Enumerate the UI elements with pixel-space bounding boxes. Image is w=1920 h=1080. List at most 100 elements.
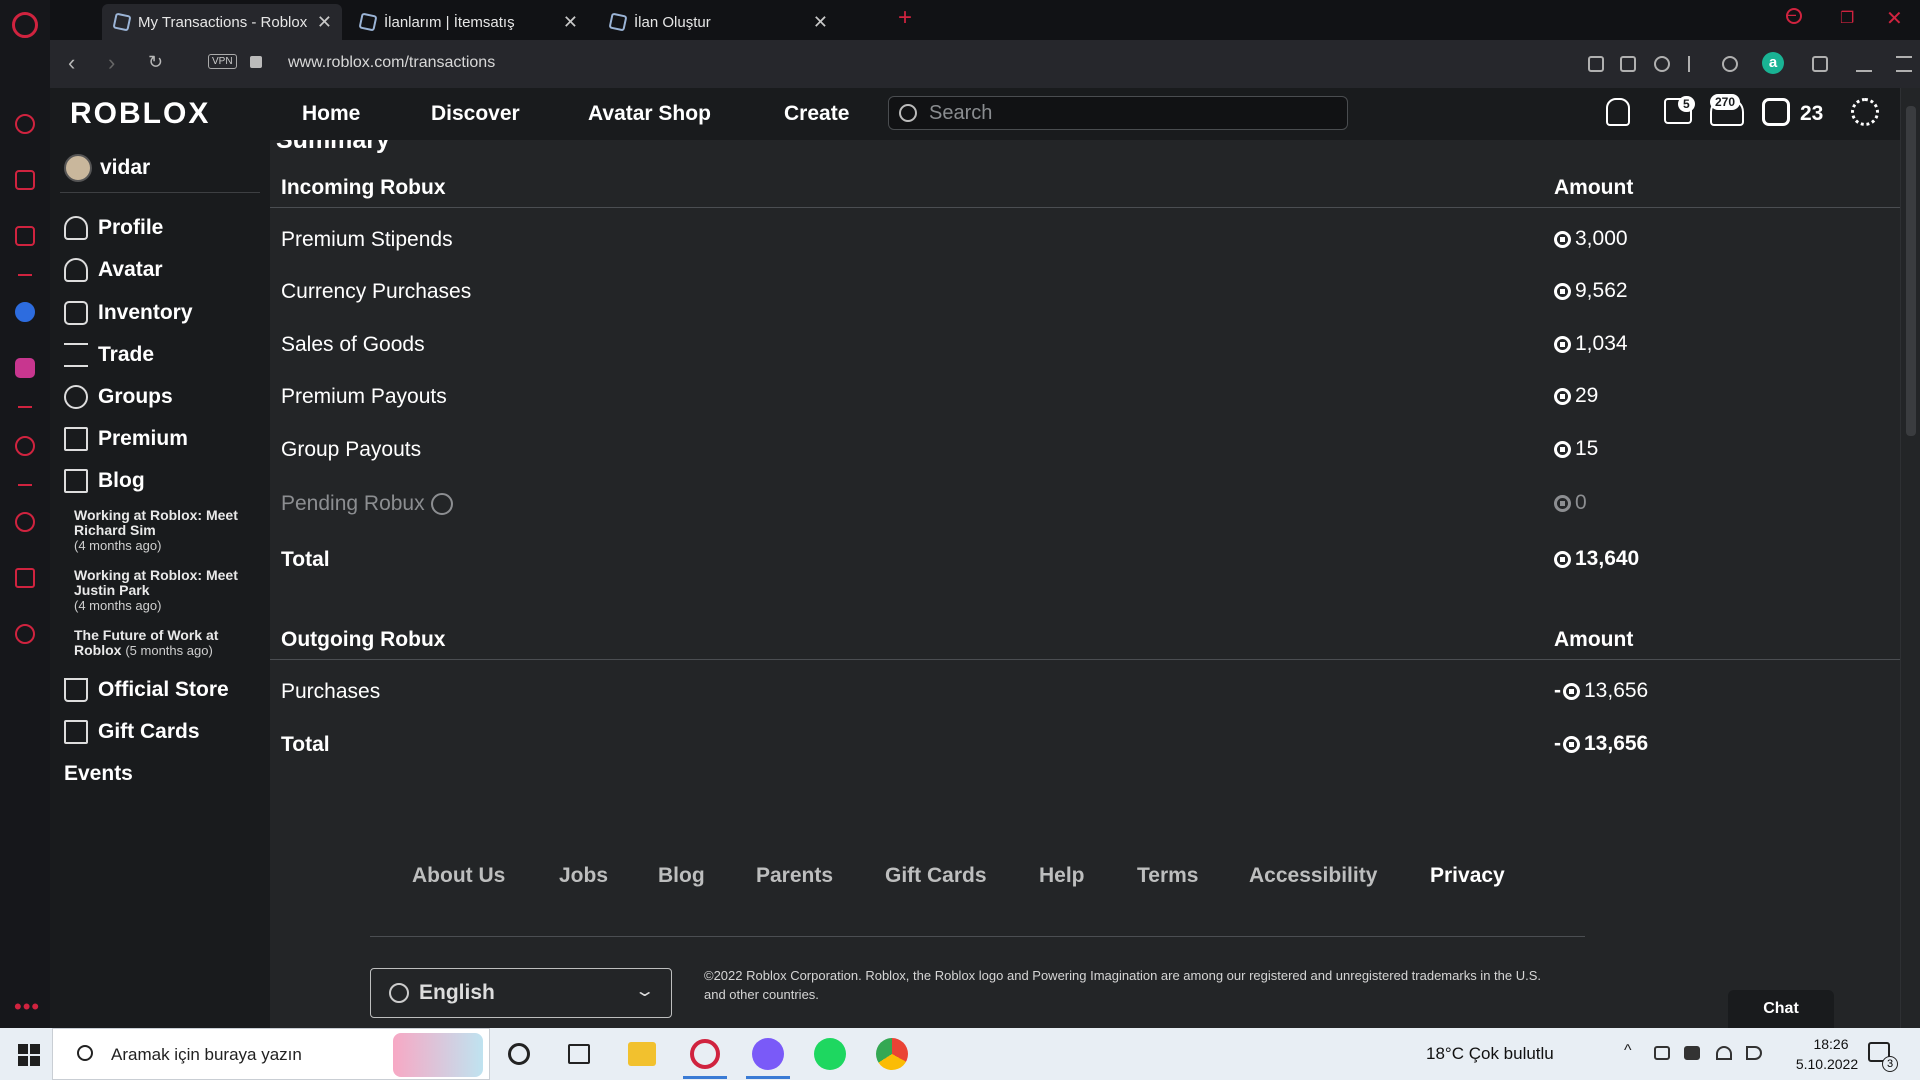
row-label: Total <box>281 733 330 756</box>
more-options-icon[interactable]: ••• <box>14 994 40 1020</box>
chevron-up-icon[interactable]: ^ <box>1624 1042 1632 1060</box>
close-tab-icon[interactable]: ✕ <box>563 12 578 33</box>
tab-ilanlarim[interactable]: İlanlarım | İtemsatış ✕ <box>348 4 588 40</box>
chat-button[interactable]: Chat <box>1728 990 1834 1028</box>
footer-gift-cards[interactable]: Gift Cards <box>885 864 987 888</box>
vpn-badge[interactable]: VPN <box>208 54 237 69</box>
footer-jobs[interactable]: Jobs <box>559 864 608 888</box>
clock-date[interactable]: 5.10.2022 <box>1786 1056 1868 1072</box>
reload-icon[interactable]: ↻ <box>148 52 163 73</box>
user-row[interactable]: vidar <box>64 154 150 182</box>
sidebar-item-trade[interactable]: Trade <box>64 343 154 367</box>
restore-icon[interactable]: ❐ <box>1840 8 1854 28</box>
easy-setup-icon[interactable] <box>1896 56 1912 72</box>
share-icon[interactable] <box>1588 56 1604 72</box>
sidebar-item-groups[interactable]: Groups <box>64 385 173 409</box>
close-window-icon[interactable]: ✕ <box>1886 6 1903 31</box>
weather-widget[interactable]: 18°C Çok bulutlu <box>1426 1044 1554 1064</box>
battery-icon[interactable] <box>1684 1046 1700 1060</box>
nav-discover[interactable]: Discover <box>431 102 520 126</box>
messenger-icon[interactable] <box>15 302 35 322</box>
cube-icon[interactable] <box>1812 56 1828 72</box>
nav-home[interactable]: Home <box>302 102 360 126</box>
heart-icon[interactable] <box>1722 56 1738 72</box>
robux-icon[interactable] <box>1762 98 1790 126</box>
notifications-bell-icon[interactable] <box>1606 98 1630 126</box>
new-tab-button[interactable]: + <box>898 4 912 32</box>
taskbar-search[interactable]: Aramak için buraya yazın <box>52 1028 490 1080</box>
forward-icon[interactable]: › <box>108 50 115 76</box>
discord-icon[interactable] <box>752 1038 784 1070</box>
username[interactable]: vidar <box>100 156 150 180</box>
messages-badge: 5 <box>1678 96 1695 112</box>
player-icon[interactable] <box>15 436 35 456</box>
amount-value: 29 <box>1575 384 1599 407</box>
footer-blog[interactable]: Blog <box>658 864 705 888</box>
sidebar-item-inventory[interactable]: Inventory <box>64 301 193 325</box>
sidebar-item-gift-cards[interactable]: Gift Cards <box>64 720 200 744</box>
meet-now-icon[interactable] <box>1654 1046 1670 1060</box>
tab-my-transactions[interactable]: My Transactions - Roblox ✕ <box>102 4 342 40</box>
avatar[interactable] <box>64 154 92 182</box>
url-field[interactable]: www.roblox.com/transactions <box>288 54 495 72</box>
speed-dial-icon[interactable] <box>15 114 35 134</box>
lock-icon[interactable] <box>250 56 262 68</box>
close-tab-icon[interactable]: ✕ <box>317 12 332 33</box>
active-app-indicator <box>746 1076 790 1079</box>
blog-post-link[interactable]: The Future of Work at Roblox (5 months a… <box>74 628 264 659</box>
footer-privacy[interactable]: Privacy <box>1430 864 1505 888</box>
settings-gear-icon[interactable] <box>15 624 35 644</box>
settings-gear-icon[interactable] <box>1851 98 1879 126</box>
spotify-icon[interactable] <box>814 1038 846 1070</box>
roblox-logo[interactable]: ROBLOX <box>70 97 210 131</box>
extension-a-icon[interactable]: a <box>1762 52 1784 74</box>
sidebar-item-premium[interactable]: Premium <box>64 427 188 451</box>
sidebar-item-events[interactable]: Events <box>64 762 133 786</box>
windows-start-icon[interactable] <box>18 1044 40 1066</box>
cortana-icon[interactable] <box>508 1043 530 1065</box>
nav-avatar-shop[interactable]: Avatar Shop <box>588 102 711 126</box>
shopping-cart-icon <box>64 678 88 702</box>
send-icon[interactable] <box>1688 56 1704 72</box>
footer-about-us[interactable]: About Us <box>412 864 505 888</box>
scrollbar-thumb[interactable] <box>1906 106 1916 436</box>
back-icon[interactable]: ‹ <box>68 50 75 76</box>
sidebar-item-blog[interactable]: Blog <box>64 469 145 493</box>
blog-post-link[interactable]: Working at Roblox: Meet Justin Park (4 m… <box>74 568 264 614</box>
chrome-icon[interactable] <box>876 1038 908 1070</box>
close-tab-icon[interactable]: ✕ <box>813 12 828 33</box>
file-explorer-icon[interactable] <box>628 1042 656 1066</box>
search-input[interactable] <box>929 100 1329 126</box>
minimize-icon[interactable]: – <box>1786 4 1796 25</box>
tab-ilan-olustur[interactable]: İlan Oluştur ✕ <box>598 4 838 40</box>
store-icon[interactable] <box>15 170 35 190</box>
download-icon[interactable] <box>1856 56 1872 72</box>
nav-create[interactable]: Create <box>784 102 849 126</box>
instagram-icon[interactable] <box>15 358 35 378</box>
wifi-icon[interactable] <box>1716 1046 1732 1060</box>
sidebar-item-official-store[interactable]: Official Store <box>64 678 229 702</box>
twitch-icon[interactable] <box>15 226 35 246</box>
page-scrollbar[interactable] <box>1900 88 1920 1028</box>
footer-help[interactable]: Help <box>1039 864 1085 888</box>
volume-icon[interactable] <box>1746 1046 1762 1060</box>
footer-parents[interactable]: Parents <box>756 864 833 888</box>
blog-post-link[interactable]: Working at Roblox: Meet Richard Sim (4 m… <box>74 508 264 554</box>
clock-time[interactable]: 18:26 <box>1796 1036 1866 1052</box>
history-icon[interactable] <box>15 512 35 532</box>
robux-count[interactable]: 23 <box>1800 102 1823 126</box>
adblock-icon[interactable] <box>1654 56 1670 72</box>
amount-value: 3,000 <box>1575 227 1628 250</box>
camera-icon[interactable] <box>1620 56 1636 72</box>
sidebar-item-profile[interactable]: Profile <box>64 216 163 240</box>
clock-icon[interactable] <box>430 493 453 516</box>
task-view-icon[interactable] <box>568 1044 590 1064</box>
row-amount: 13,640 <box>1554 547 1639 571</box>
footer-terms[interactable]: Terms <box>1137 864 1198 888</box>
opera-taskbar-icon[interactable] <box>690 1039 720 1069</box>
opera-logo-icon[interactable] <box>12 12 38 38</box>
extensions-cube-icon[interactable] <box>15 568 35 588</box>
sidebar-item-avatar[interactable]: Avatar <box>64 258 163 282</box>
language-select[interactable]: English ⌄ <box>370 968 672 1018</box>
footer-accessibility[interactable]: Accessibility <box>1249 864 1377 888</box>
